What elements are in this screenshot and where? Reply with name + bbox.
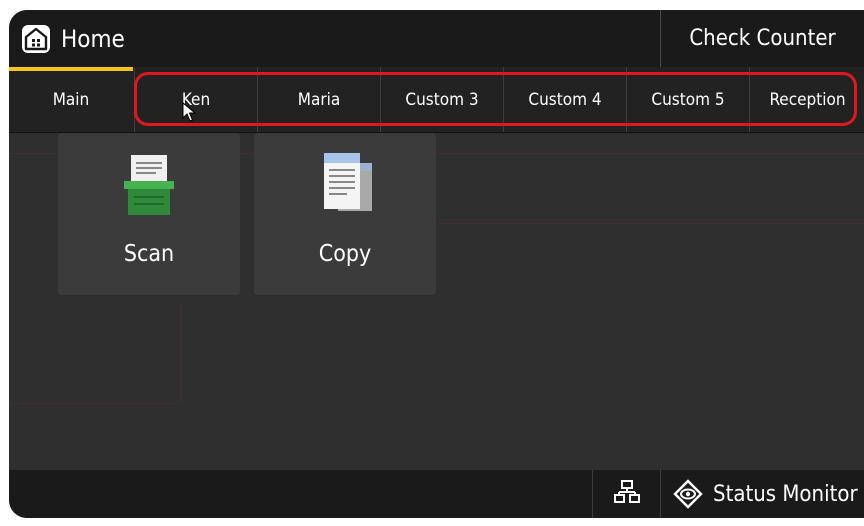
status-monitor-button[interactable]: Status Monitor — [660, 470, 864, 518]
scan-label: Scan — [123, 241, 175, 267]
home-icon — [21, 24, 51, 54]
network-icon — [613, 479, 640, 509]
status-monitor-label: Status Monitor — [713, 481, 858, 507]
header-bar: Home Check Counter — [9, 10, 864, 67]
tab-reception[interactable]: Reception — [749, 67, 864, 132]
tab-custom-5[interactable]: Custom 5 — [626, 67, 749, 132]
guide-line — [439, 223, 864, 224]
page-title: Home — [61, 24, 125, 53]
footer-bar: Status Monitor — [9, 470, 864, 518]
home-button[interactable]: Home — [9, 10, 125, 67]
guide-line — [9, 403, 181, 404]
mouse-cursor-icon — [182, 101, 197, 126]
scanner-icon — [114, 149, 184, 221]
copy-label: Copy — [318, 241, 372, 267]
device-screen: Home Check Counter Main Ken Maria Custom… — [9, 10, 864, 518]
tab-custom-4[interactable]: Custom 4 — [503, 67, 626, 132]
tab-custom-3[interactable]: Custom 3 — [380, 67, 503, 132]
check-counter-button[interactable]: Check Counter — [660, 10, 864, 67]
copy-icon — [310, 149, 380, 221]
network-button[interactable] — [592, 470, 660, 518]
main-area: Scan Copy — [9, 133, 864, 470]
scan-tile[interactable]: Scan — [58, 133, 240, 295]
guide-line — [181, 303, 182, 403]
status-monitor-icon — [673, 479, 703, 509]
copy-tile[interactable]: Copy — [254, 133, 436, 295]
tab-bar: Main Ken Maria Custom 3 Custom 4 Custom … — [9, 67, 864, 133]
tab-maria[interactable]: Maria — [257, 67, 380, 132]
tab-main[interactable]: Main — [9, 67, 133, 132]
